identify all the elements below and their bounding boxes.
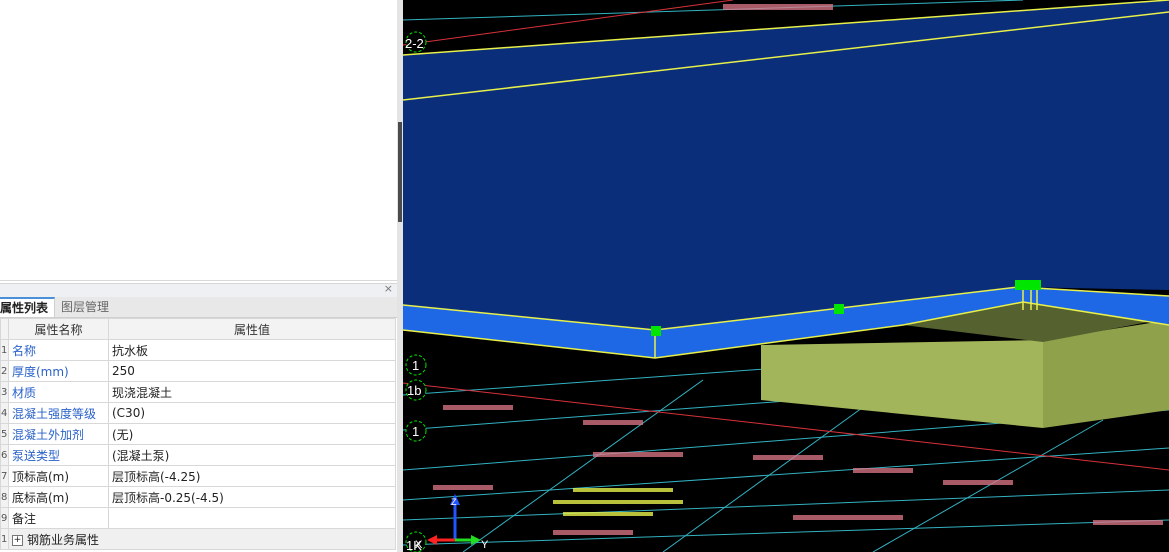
table-row[interactable]: 2 厚度(mm) 250 (0, 360, 396, 382)
axis-marker[interactable]: 1 (405, 420, 427, 442)
splitter-handle[interactable] (398, 122, 402, 222)
table-row[interactable]: 7 顶标高(m) 层顶标高(-4.25) (0, 465, 396, 487)
property-grid: 属性名称 属性值 1 名称 抗水板 2 厚度(mm) 250 3 材质 现浇混凝… (0, 318, 396, 550)
property-name: 顶标高(m) (8, 465, 109, 487)
row-number: 3 (0, 381, 9, 403)
grid-header: 属性名称 属性值 (0, 318, 396, 340)
tab-layer-management[interactable]: 图层管理 (55, 297, 115, 317)
block-side-left[interactable] (761, 340, 1043, 428)
property-name: 材质 (8, 381, 109, 403)
row-number: 4 (0, 402, 9, 424)
axis-y-label: Y (481, 539, 489, 551)
property-name: 厚度(mm) (8, 360, 109, 382)
panel-titlebar: × (0, 282, 397, 298)
property-name: 底标高(m) (8, 486, 109, 508)
viewport-canvas[interactable]: 2-2 1 1b 1 1K Z X Y (403, 0, 1169, 552)
tab-property-list[interactable]: 属性列表 (0, 297, 56, 317)
table-row[interactable]: 1 名称 抗水板 (0, 339, 396, 361)
axis-marker[interactable]: 2-2 (405, 31, 427, 53)
property-name: 混凝土强度等级 (8, 402, 109, 424)
property-value[interactable]: (C30) (108, 402, 396, 424)
property-value[interactable]: 层顶标高(-4.25) (108, 465, 396, 487)
grip-point[interactable] (1031, 280, 1041, 290)
property-value[interactable]: (无) (108, 423, 396, 445)
expand-icon[interactable]: + (12, 534, 23, 546)
axis-label: 1b (407, 383, 421, 398)
table-row[interactable]: 6 泵送类型 (混凝土泵) (0, 444, 396, 466)
table-row[interactable]: 8 底标高(m) 层顶标高-0.25(-4.5) (0, 486, 396, 508)
property-name: 泵送类型 (8, 444, 109, 466)
axis-marker[interactable]: 1 (405, 354, 427, 376)
axis-label: 2-2 (405, 36, 424, 51)
property-value[interactable]: 层顶标高-0.25(-4.5) (108, 486, 396, 508)
grip-point[interactable] (651, 326, 661, 336)
axis-label: 1 (412, 424, 419, 439)
row-number: 7 (0, 465, 9, 487)
close-icon[interactable]: × (384, 282, 393, 295)
panel-tabs: 属性列表 图层管理 (0, 297, 397, 318)
group-name: 钢筋业务属性 (27, 532, 100, 547)
row-number: 6 (0, 444, 9, 466)
property-value[interactable]: 250 (108, 360, 396, 382)
row-number: 10 (0, 528, 9, 550)
group-label[interactable]: + 钢筋业务属性 (8, 528, 396, 550)
slab-top-face[interactable] (403, 0, 1169, 330)
table-row-group[interactable]: 10 + 钢筋业务属性 (0, 528, 396, 550)
column-header-value: 属性值 (108, 318, 396, 340)
grip-point[interactable] (834, 304, 844, 314)
row-number-header (0, 318, 9, 340)
row-number: 2 (0, 360, 9, 382)
property-value[interactable]: 现浇混凝土 (108, 381, 396, 403)
3d-viewport[interactable]: 2-2 1 1b 1 1K Z X Y (403, 0, 1169, 552)
property-value[interactable] (108, 507, 396, 529)
axis-label: 1 (412, 358, 419, 373)
column-header-name: 属性名称 (8, 318, 109, 340)
property-name: 混凝土外加剂 (8, 423, 109, 445)
table-row[interactable]: 3 材质 现浇混凝土 (0, 381, 396, 403)
properties-panel: × 属性列表 图层管理 属性名称 属性值 1 名称 抗水板 2 厚度(mm) 2… (0, 0, 397, 552)
row-number: 9 (0, 507, 9, 529)
property-name: 名称 (8, 339, 109, 361)
table-row[interactable]: 9 备注 (0, 507, 396, 529)
property-value[interactable]: 抗水板 (108, 339, 396, 361)
row-number: 8 (0, 486, 9, 508)
axis-z-label: Z (451, 497, 457, 507)
row-number: 1 (0, 339, 9, 361)
property-value[interactable]: (混凝土泵) (108, 444, 396, 466)
table-row[interactable]: 4 混凝土强度等级 (C30) (0, 402, 396, 424)
property-name: 备注 (8, 507, 109, 529)
table-row[interactable]: 5 混凝土外加剂 (无) (0, 423, 396, 445)
component-list-area (0, 0, 397, 281)
row-number: 5 (0, 423, 9, 445)
axis-x-label: X (415, 539, 423, 551)
axis-marker[interactable]: 1b (405, 379, 427, 401)
